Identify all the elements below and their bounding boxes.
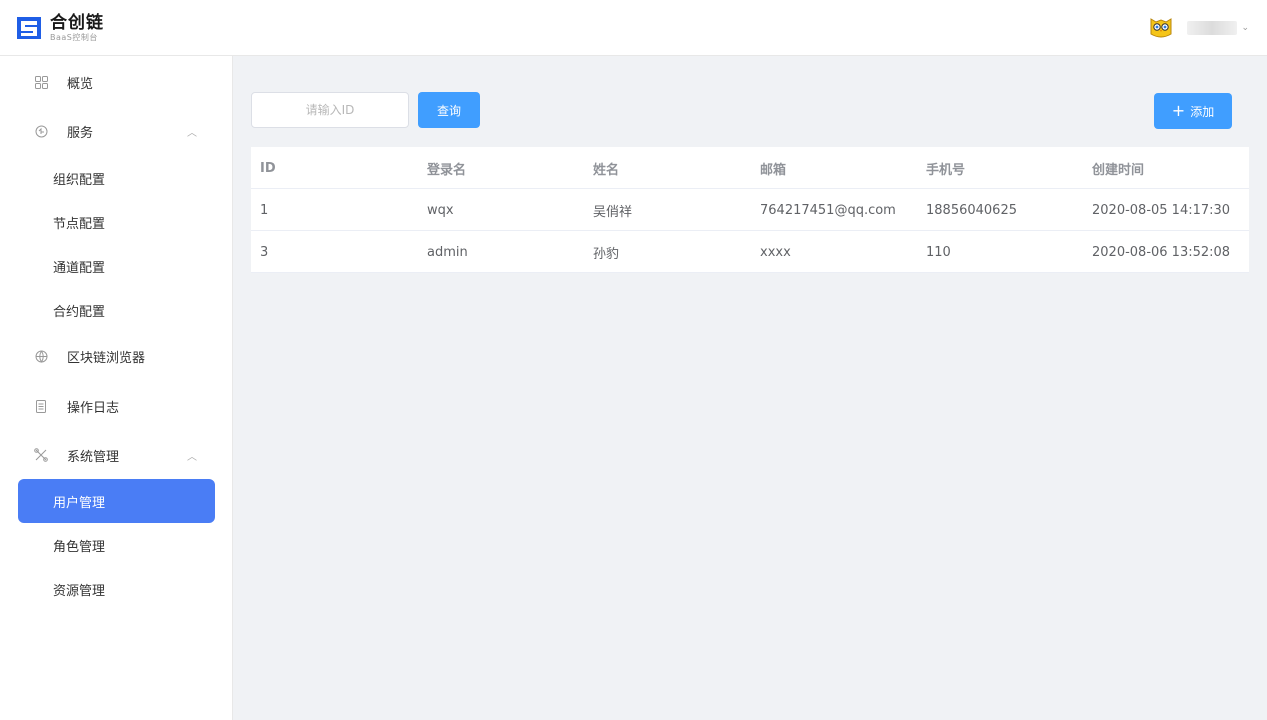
- cell-created-time: 2020-08-06 13:52:08: [1092, 244, 1231, 260]
- sidebar-item-label: 操作日志: [67, 400, 120, 416]
- sidebar-group-system[interactable]: 系统管理 ︿: [0, 433, 233, 477]
- sidebar-item-label: 合约配置: [53, 304, 106, 320]
- logo-icon: [16, 15, 42, 41]
- sidebar-item-role-management[interactable]: 角色管理: [18, 523, 215, 567]
- column-header-id[interactable]: ID: [260, 147, 276, 189]
- main-content: 查询 + 添加 ID 登录名 姓名 邮箱 手机号 创建时间 1 wqx 吴俏祥 …: [233, 56, 1267, 720]
- column-header-phone[interactable]: 手机号: [926, 147, 965, 189]
- sidebar-item-label: 系统管理: [67, 449, 120, 465]
- sidebar-item-label: 通道配置: [53, 260, 106, 276]
- cell-email: 764217451@qq.com: [760, 202, 896, 218]
- cell-name: 孙豹: [593, 246, 620, 262]
- service-icon: [34, 124, 48, 138]
- search-input[interactable]: [251, 92, 409, 128]
- plus-icon: +: [1171, 101, 1186, 120]
- cell-created-time: 2020-08-05 14:17:30: [1092, 202, 1231, 218]
- sidebar-item-label: 用户管理: [53, 495, 106, 511]
- sidebar-group-service[interactable]: 服务 ︿: [0, 109, 233, 153]
- cell-id: 3: [260, 244, 269, 260]
- sidebar-item-operation-log[interactable]: 操作日志: [0, 384, 233, 428]
- query-button[interactable]: 查询: [418, 92, 480, 128]
- tools-icon: [34, 448, 48, 462]
- logo[interactable]: 合创链 BaaS控制台: [16, 12, 104, 44]
- column-header-created-time[interactable]: 创建时间: [1092, 147, 1144, 189]
- sidebar-item-label: 服务: [67, 125, 94, 141]
- sidebar-item-overview[interactable]: 概览: [0, 60, 233, 104]
- cell-login-name: admin: [427, 244, 468, 260]
- logo-subtitle: BaaS控制台: [50, 32, 98, 42]
- sidebar-item-label: 角色管理: [53, 539, 106, 555]
- user-table: ID 登录名 姓名 邮箱 手机号 创建时间 1 wqx 吴俏祥 76421745…: [251, 147, 1249, 273]
- sidebar-item-node-config[interactable]: 节点配置: [18, 200, 215, 244]
- sidebar-item-label: 概览: [67, 76, 94, 92]
- sidebar-item-user-management[interactable]: 用户管理: [18, 479, 215, 523]
- table-row[interactable]: 1 wqx 吴俏祥 764217451@qq.com 18856040625 2…: [251, 189, 1249, 231]
- column-header-name[interactable]: 姓名: [593, 147, 619, 189]
- cell-login-name: wqx: [427, 202, 454, 218]
- column-header-login-name[interactable]: 登录名: [427, 147, 466, 189]
- globe-icon: [34, 349, 48, 363]
- logo-title: 合创链: [50, 12, 104, 33]
- log-icon: [34, 399, 48, 413]
- cell-id: 1: [260, 202, 269, 218]
- sidebar-item-resource-management[interactable]: 资源管理: [18, 567, 215, 611]
- chevron-up-icon: ︿: [187, 127, 197, 139]
- sidebar: 概览 服务 ︿ 组织配置 节点配置 通道配置 合约配置 区块链浏览器 操作日志 …: [0, 56, 233, 720]
- top-header: 合创链 BaaS控制台 ⌄: [0, 0, 1267, 56]
- sidebar-item-label: 组织配置: [53, 172, 106, 188]
- username[interactable]: [1187, 21, 1238, 35]
- cell-email: xxxx: [760, 244, 791, 260]
- table-header-row: ID 登录名 姓名 邮箱 手机号 创建时间: [251, 147, 1249, 189]
- cell-phone: 110: [926, 244, 951, 260]
- sidebar-item-label: 节点配置: [53, 216, 106, 232]
- column-header-email[interactable]: 邮箱: [760, 147, 786, 189]
- sidebar-item-blockchain-explorer[interactable]: 区块链浏览器: [0, 334, 233, 378]
- chevron-up-icon: ︿: [187, 451, 197, 463]
- sidebar-item-channel-config[interactable]: 通道配置: [18, 244, 215, 288]
- add-button-label: 添加: [1190, 104, 1215, 119]
- add-button[interactable]: + 添加: [1154, 93, 1232, 129]
- sidebar-item-org-config[interactable]: 组织配置: [18, 156, 215, 200]
- cell-name: 吴俏祥: [593, 204, 633, 220]
- cell-phone: 18856040625: [926, 202, 1017, 218]
- sidebar-item-label: 资源管理: [53, 583, 106, 599]
- table-row[interactable]: 3 admin 孙豹 xxxx 110 2020-08-06 13:52:08: [251, 231, 1249, 273]
- sidebar-item-contract-config[interactable]: 合约配置: [18, 288, 215, 332]
- owl-avatar-icon[interactable]: [1149, 16, 1173, 40]
- grid-icon: [34, 75, 48, 89]
- sidebar-item-label: 区块链浏览器: [67, 350, 146, 366]
- chevron-down-icon[interactable]: ⌄: [1241, 23, 1249, 33]
